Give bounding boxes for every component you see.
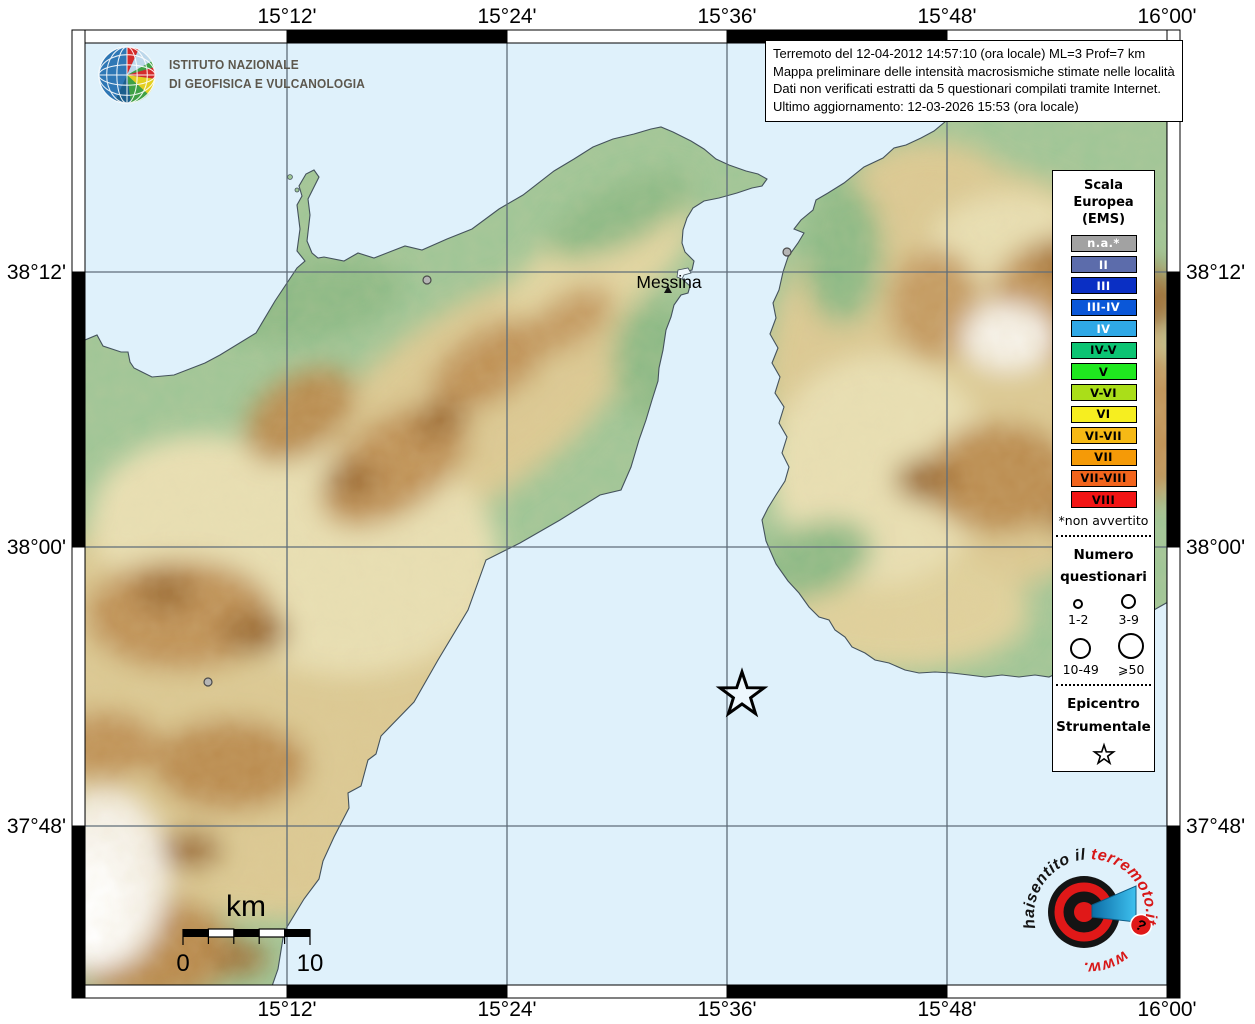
axis-label-left: 38°00' bbox=[7, 536, 66, 559]
legend-footnote: *non avvertito bbox=[1058, 512, 1149, 528]
size-class: 1-2 bbox=[1068, 599, 1088, 627]
size-class-label: ⩾50 bbox=[1118, 662, 1145, 678]
axis-label-bottom: 15°24' bbox=[477, 998, 536, 1021]
scalebar-start: 0 bbox=[176, 950, 189, 977]
legend-title-line: (EMS) bbox=[1081, 211, 1126, 227]
islet bbox=[287, 174, 293, 180]
axis-label-top: 15°24' bbox=[477, 5, 536, 28]
event-info-box: Terremoto del 12-04-2012 14:57:10 (ora l… bbox=[765, 40, 1183, 122]
axis-label-top: 15°12' bbox=[257, 5, 316, 28]
intensity-chip: IV-V bbox=[1070, 341, 1137, 359]
questionnaires-title-line: questionari bbox=[1060, 569, 1147, 586]
legend-title-line: Europea bbox=[1073, 194, 1134, 210]
legend-title-line: Scala bbox=[1083, 178, 1124, 193]
axis-label-top: 16°00' bbox=[1137, 5, 1196, 28]
locality-dot bbox=[422, 275, 432, 285]
axis-label-left: 38°12' bbox=[7, 261, 66, 284]
size-class: 3-9 bbox=[1119, 594, 1139, 627]
epicenter-title: Epicentro Strumentale bbox=[1053, 693, 1154, 738]
size-class-label: 3-9 bbox=[1118, 612, 1139, 628]
axis-label-left: 37°48' bbox=[7, 815, 66, 838]
event-info-line: Dati non verificati estratti da 5 questi… bbox=[773, 81, 1162, 97]
size-circle-icon bbox=[1118, 633, 1145, 660]
site-logo-text-il: il bbox=[1073, 846, 1086, 864]
axis-label-bottom: 15°36' bbox=[697, 998, 756, 1021]
questionnaires-title: Numero questionari bbox=[1053, 544, 1154, 589]
size-class-label: 10-49 bbox=[1062, 662, 1099, 678]
event-info-line: Terremoto del 12-04-2012 14:57:10 (ora l… bbox=[773, 46, 1146, 61]
size-class: 10-49 bbox=[1063, 638, 1099, 677]
size-class-label: 1-2 bbox=[1068, 612, 1089, 628]
intensity-chip: V-VI bbox=[1070, 384, 1137, 402]
size-circle-icon bbox=[1121, 594, 1137, 610]
locality-dot bbox=[782, 247, 792, 257]
intensity-chip: VII bbox=[1070, 448, 1137, 466]
intensity-scale: n.a.* II III III-IV IV IV-V V V-VI VI VI… bbox=[1053, 234, 1154, 509]
ingv-logo-line2: DI GEOFISICA E VULCANOLOGIA bbox=[169, 77, 366, 91]
haisentito-logo: ? haisentito il terremoto.it www. bbox=[1022, 846, 1158, 976]
site-logo-text-www: www. bbox=[1082, 947, 1131, 976]
macroseismic-map-page: Messina km 0 10 15°12' 15°24' 15°36' 15°… bbox=[0, 0, 1255, 1024]
intensity-chip: V bbox=[1070, 363, 1137, 381]
axis-label-right: 38°00' bbox=[1186, 536, 1245, 559]
axis-label-right: 37°48' bbox=[1186, 815, 1245, 838]
event-info-line: Ultimo aggiornamento: 12-03-2026 15:53 (… bbox=[773, 99, 1079, 115]
ingv-logo: ISTITUTO NAZIONALE DI GEOFISICA E VULCAN… bbox=[96, 44, 375, 106]
axis-label-bottom: 15°12' bbox=[257, 998, 316, 1021]
size-circle-icon bbox=[1073, 599, 1084, 610]
intensity-chip: VI-VII bbox=[1070, 427, 1137, 445]
ingv-logo-line1: ISTITUTO NAZIONALE bbox=[169, 58, 299, 73]
event-info-line: Mappa preliminare delle intensità macros… bbox=[773, 63, 1175, 79]
site-logo-www-text: www. bbox=[1082, 947, 1131, 976]
intensity-chip: n.a.* bbox=[1070, 234, 1137, 252]
questionnaire-size-row: 1-2 3-9 bbox=[1053, 594, 1154, 627]
ingv-globe-icon bbox=[98, 46, 156, 104]
intensity-chip: III bbox=[1070, 277, 1137, 295]
epicenter-title-line: Strumentale bbox=[1056, 718, 1151, 735]
legend-star-icon bbox=[1091, 742, 1116, 765]
legend-divider bbox=[1056, 534, 1151, 537]
axis-label-right: 38°12' bbox=[1186, 261, 1245, 284]
size-class: ⩾50 bbox=[1118, 633, 1144, 677]
scalebar-end: 10 bbox=[297, 950, 324, 977]
islet bbox=[294, 187, 300, 193]
ingv-logo-text: ISTITUTO NAZIONALE DI GEOFISICA E VULCAN… bbox=[169, 56, 365, 94]
legend-divider bbox=[1056, 684, 1151, 687]
legend-panel: Scala Europea (EMS) n.a.* II III III-IV … bbox=[1052, 170, 1155, 772]
intensity-chip: VII-VIII bbox=[1070, 469, 1137, 487]
scalebar-unit: km bbox=[226, 890, 266, 923]
legend-title: Scala Europea (EMS) bbox=[1053, 178, 1154, 229]
intensity-chip: IV bbox=[1070, 320, 1137, 338]
axis-label-bottom: 15°48' bbox=[917, 998, 976, 1021]
questionnaire-size-row: 10-49 ⩾50 bbox=[1053, 633, 1154, 677]
epicenter-title-line: Epicentro bbox=[1067, 696, 1140, 713]
intensity-chip: II bbox=[1070, 256, 1137, 274]
questionnaires-title-line: Numero bbox=[1073, 546, 1134, 563]
size-circle-icon bbox=[1070, 638, 1092, 660]
intensity-chip: VI bbox=[1070, 405, 1137, 423]
intensity-chip: VIII bbox=[1070, 491, 1137, 509]
axis-label-top: 15°36' bbox=[697, 5, 756, 28]
intensity-chip: III-IV bbox=[1070, 298, 1137, 316]
axis-label-bottom: 16°00' bbox=[1137, 998, 1196, 1021]
axis-label-top: 15°48' bbox=[917, 5, 976, 28]
locality-dot bbox=[203, 677, 213, 687]
